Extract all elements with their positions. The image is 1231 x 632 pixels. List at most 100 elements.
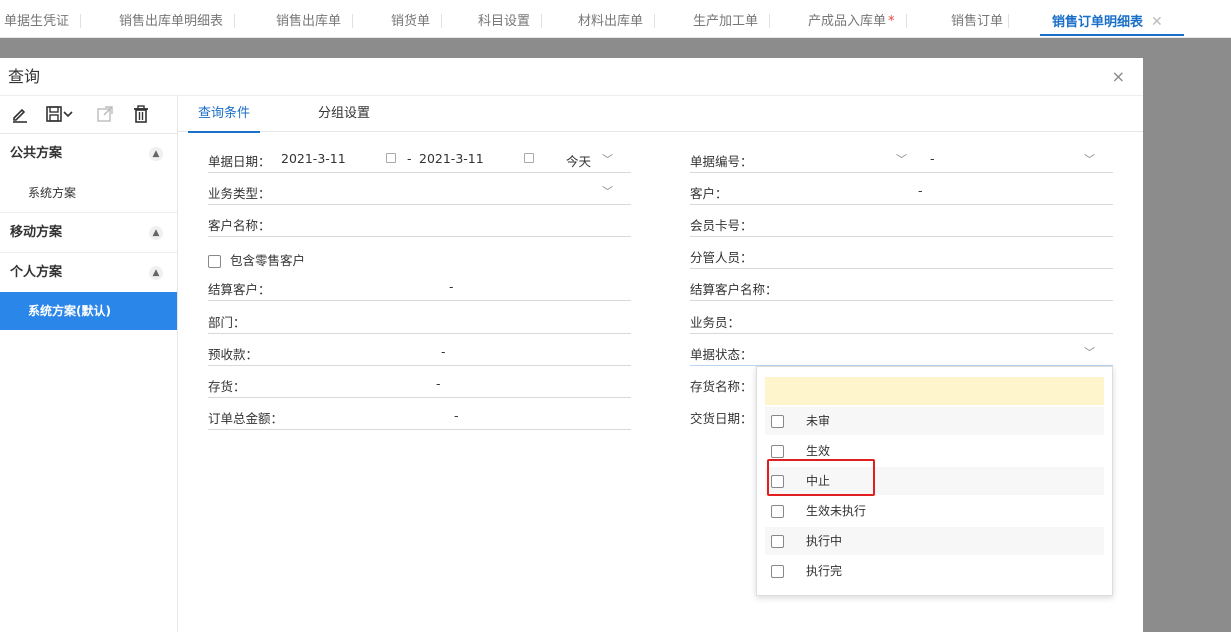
chevron-down-icon[interactable]: ﹀ xyxy=(1084,151,1095,167)
chevron-up-icon[interactable]: ▲ xyxy=(149,147,163,161)
field-label: 结算客户： xyxy=(208,282,271,297)
save-icon[interactable] xyxy=(44,104,64,124)
date-to-input[interactable]: 2021-3-11 xyxy=(419,151,484,166)
tab-group-settings[interactable]: 分组设置 xyxy=(318,96,370,132)
tab-sales-outbound[interactable]: 销售出库单 xyxy=(264,0,354,37)
delete-icon[interactable] xyxy=(131,104,151,124)
field-salesman[interactable]: 业务员： xyxy=(690,304,1113,334)
tab-query-conditions[interactable]: 查询条件 xyxy=(188,96,261,133)
tab-label: 销售订单明细表 xyxy=(1052,15,1144,30)
field-label: 分管人员： xyxy=(690,250,753,265)
close-icon[interactable]: ✕ xyxy=(1151,14,1163,30)
option-label: 生效未执行 xyxy=(806,504,867,518)
field-settle-customer-name[interactable]: 结算客户名称： xyxy=(690,271,1113,301)
date-separator: - xyxy=(407,151,412,166)
chevron-down-icon[interactable] xyxy=(62,104,74,124)
tab-sales-order[interactable]: 销售订单 xyxy=(939,0,1015,37)
tab-voucher[interactable]: 单据生凭证 xyxy=(4,0,82,37)
field-department[interactable]: 部门： xyxy=(208,304,631,334)
status-option-executed[interactable]: 执行完 xyxy=(765,557,1104,585)
option-label: 未审 xyxy=(806,414,831,428)
option-label: 执行完 xyxy=(806,564,843,578)
chevron-down-icon[interactable]: ﹀ xyxy=(1084,344,1095,360)
tab-label: 产成品入库单 xyxy=(808,14,887,29)
tab-label: 查询条件 xyxy=(198,106,251,121)
checkbox[interactable] xyxy=(771,505,784,518)
field-label: 存货名称： xyxy=(690,379,753,394)
status-option-executing[interactable]: 执行中 xyxy=(765,527,1104,555)
checkbox-label: 包含零售客户 xyxy=(229,253,305,268)
field-stock[interactable]: 存货： - xyxy=(208,368,631,398)
export-icon[interactable] xyxy=(95,104,115,124)
field-bill-date: 单据日期： 2021-3-11 - 2021-3-11 今天 ﹀ xyxy=(208,143,631,173)
chevron-up-icon[interactable]: ▲ xyxy=(149,266,163,280)
status-option-effective-unexecuted[interactable]: 生效未执行 xyxy=(765,497,1104,525)
chevron-up-icon[interactable]: ▲ xyxy=(149,226,163,240)
edit-icon[interactable] xyxy=(10,104,30,124)
plan-toolbar xyxy=(0,96,177,134)
calendar-icon[interactable] xyxy=(386,153,396,163)
field-delivery-date[interactable]: 交货日期： xyxy=(690,400,756,430)
range-separator: - xyxy=(441,344,446,359)
plan-item-system[interactable]: 系统方案 xyxy=(0,174,177,212)
checkbox[interactable] xyxy=(771,535,784,548)
field-business-type[interactable]: 业务类型： ﹀ xyxy=(208,175,631,205)
field-label: 单据状态： xyxy=(690,347,753,362)
field-bill-no[interactable]: 单据编号： ﹀ - ﹀ xyxy=(690,143,1113,173)
group-public-plans[interactable]: 公共方案 ▲ xyxy=(0,134,177,174)
field-order-total[interactable]: 订单总金额： - xyxy=(208,400,631,430)
field-prepayment[interactable]: 预收款： - xyxy=(208,336,631,366)
group-title: 公共方案 xyxy=(10,146,63,161)
field-settle-customer[interactable]: 结算客户： - xyxy=(208,271,631,301)
field-label: 业务员： xyxy=(690,315,741,330)
group-title: 个人方案 xyxy=(10,265,63,280)
status-search-input[interactable] xyxy=(765,377,1104,405)
range-separator: - xyxy=(449,279,454,294)
group-mobile-plans[interactable]: 移动方案 ▲ xyxy=(0,212,177,252)
checkbox[interactable] xyxy=(771,445,784,458)
tab-account-settings[interactable]: 科目设置 xyxy=(466,0,543,37)
chevron-down-icon[interactable]: ﹀ xyxy=(602,151,613,167)
range-separator: - xyxy=(918,183,923,198)
calendar-icon[interactable] xyxy=(524,153,534,163)
date-from-input[interactable]: 2021-3-11 xyxy=(281,151,346,166)
date-preset-select[interactable]: 今天 xyxy=(566,151,591,170)
plan-panel: 公共方案 ▲ 系统方案 移动方案 ▲ 个人方案 ▲ 系统方案(默认) xyxy=(0,96,178,632)
tab-sales-outbound-detail[interactable]: 销售出库单明细表 xyxy=(107,0,236,37)
field-include-retail[interactable]: 包含零售客户 xyxy=(208,242,631,272)
field-customer[interactable]: 客户： - xyxy=(690,175,1113,205)
status-option-unaudited[interactable]: 未审 xyxy=(765,407,1104,435)
tab-production-order[interactable]: 生产加工单 xyxy=(681,0,771,37)
tab-label: 销售出库单明细表 xyxy=(119,14,224,29)
tab-finished-goods-inbound[interactable]: 产成品入库单 * xyxy=(796,0,907,37)
tab-sales-bill[interactable]: 销货单 xyxy=(379,0,443,37)
checkbox[interactable] xyxy=(771,565,784,578)
checkbox[interactable] xyxy=(771,415,784,428)
tab-label: 材料出库单 xyxy=(578,14,644,29)
field-customer-name[interactable]: 客户名称： xyxy=(208,207,631,237)
range-separator: - xyxy=(930,151,935,166)
range-separator: - xyxy=(436,376,441,391)
tab-label: 分组设置 xyxy=(318,106,371,121)
field-manager[interactable]: 分管人员： xyxy=(690,239,1113,269)
field-label: 存货： xyxy=(208,379,246,394)
field-bill-status[interactable]: 单据状态： ﹀ xyxy=(690,336,1113,366)
tab-material-outbound[interactable]: 材料出库单 xyxy=(566,0,656,37)
chevron-down-icon[interactable]: ﹀ xyxy=(896,151,907,167)
unsaved-star: * xyxy=(888,14,895,29)
checkbox[interactable] xyxy=(208,255,221,268)
field-label: 订单总金额： xyxy=(208,411,284,426)
tab-label: 销售出库单 xyxy=(276,14,342,29)
field-label: 单据编号： xyxy=(690,154,753,169)
close-icon[interactable]: × xyxy=(1112,67,1125,86)
field-stock-name[interactable]: 存货名称： xyxy=(690,368,756,398)
field-label: 业务类型： xyxy=(208,186,271,201)
plan-item-system-default[interactable]: 系统方案(默认) xyxy=(0,292,177,330)
chevron-down-icon[interactable]: ﹀ xyxy=(602,183,613,199)
tab-sales-order-detail[interactable]: 销售订单明细表 ✕ xyxy=(1040,0,1184,37)
field-member-card[interactable]: 会员卡号： xyxy=(690,207,1113,237)
tab-label: 销货单 xyxy=(391,14,431,29)
tab-strip: 单据生凭证 销售出库单明细表 销售出库单 销货单 科目设置 材料出库单 生产加工… xyxy=(0,0,1231,38)
group-personal-plans[interactable]: 个人方案 ▲ xyxy=(0,252,177,292)
tab-label: 生产加工单 xyxy=(693,14,759,29)
